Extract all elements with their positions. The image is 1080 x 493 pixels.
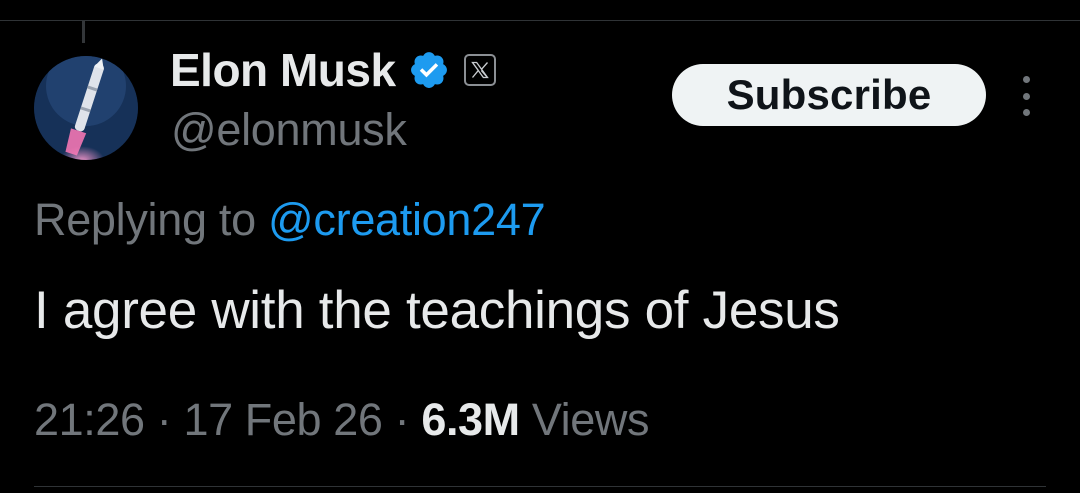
reply-prefix: Replying to <box>34 194 256 245</box>
meta-separator: · <box>394 394 410 445</box>
views-label[interactable]: Views <box>532 394 650 445</box>
reply-mention-link[interactable]: @creation247 <box>268 194 546 245</box>
reply-context: Replying to @creation247 <box>34 194 546 246</box>
subscribe-button[interactable]: Subscribe <box>672 64 986 126</box>
author-handle[interactable]: @elonmusk <box>171 104 407 156</box>
author-name-row: Elon Musk <box>170 42 496 98</box>
top-divider <box>0 20 1080 21</box>
bottom-divider <box>34 486 1046 487</box>
x-logo-icon[interactable] <box>463 54 496 86</box>
views-count[interactable]: 6.3M <box>421 394 520 445</box>
tweet-time[interactable]: 21:26 <box>34 394 145 445</box>
avatar[interactable] <box>34 56 138 160</box>
tweet-date[interactable]: 17 Feb 26 <box>183 394 382 445</box>
tweet-text: I agree with the teachings of Jesus <box>34 281 840 340</box>
verified-checkmark-icon[interactable] <box>408 49 450 91</box>
meta-separator: · <box>156 394 172 445</box>
tweet-metadata: 21:26 · 17 Feb 26 · 6.3M Views <box>34 394 650 446</box>
thread-connector-line <box>82 21 85 43</box>
more-dot <box>1022 109 1030 116</box>
more-dot <box>1022 92 1030 100</box>
rocket-launch-avatar-image <box>34 56 138 160</box>
author-display-name[interactable]: Elon Musk <box>170 43 396 97</box>
more-dot <box>1022 76 1030 83</box>
more-vertical-icon[interactable] <box>1014 76 1038 116</box>
